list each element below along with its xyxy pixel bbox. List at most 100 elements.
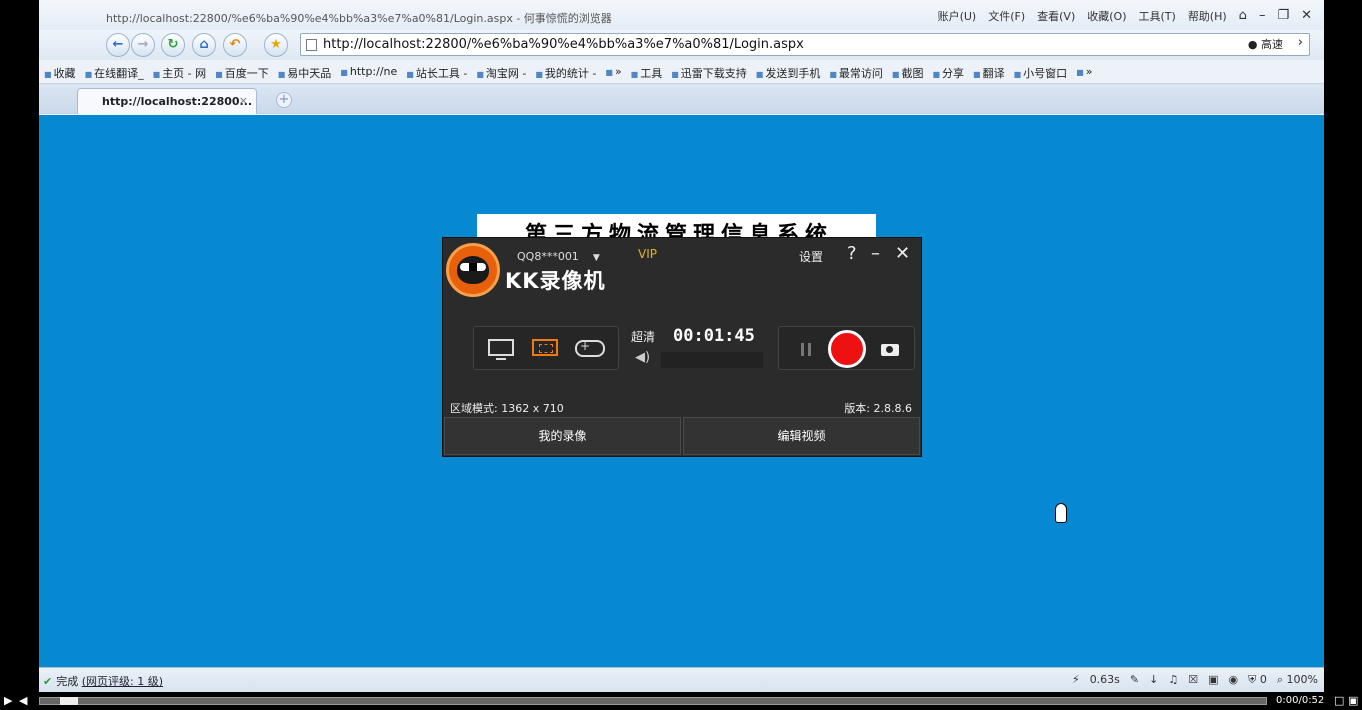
zoom-level: 100% xyxy=(1286,673,1318,686)
favorite-star-button[interactable]: ★ xyxy=(264,33,288,57)
browser-window: http://localhost:22800/%e6%ba%90%e4%bb%a… xyxy=(39,0,1324,692)
zoom-control[interactable]: ⌕ 100% xyxy=(1277,673,1318,687)
home-button[interactable]: ⌂ xyxy=(192,33,216,57)
volume-icon[interactable]: ◀) xyxy=(635,350,650,365)
back-button[interactable]: ← xyxy=(106,33,130,57)
close-button[interactable]: ✕ xyxy=(1301,8,1312,24)
region-mode-icon[interactable] xyxy=(530,336,560,360)
status-right: ⚡ 0.63s ✎ ↓ ♫ ☒ ▣ ◉ ⛨ 0 ⌕ 100% xyxy=(1072,673,1318,687)
undo-close-button[interactable]: ↶ xyxy=(223,33,247,57)
lightning-icon[interactable]: ⚡ xyxy=(1072,673,1080,687)
close-button[interactable]: ✕ xyxy=(895,243,910,264)
page-icon xyxy=(306,39,317,51)
menu-view[interactable]: 查看(V) xyxy=(1037,8,1075,24)
mode-selector xyxy=(473,326,619,370)
title-bar: http://localhost:22800/%e6%ba%90%e4%bb%a… xyxy=(39,0,1324,30)
check-icon: ✔ xyxy=(43,675,53,688)
fav-item[interactable]: 小号窗口 xyxy=(1014,65,1067,81)
settings-button[interactable]: 设置 xyxy=(799,248,823,265)
camera-icon[interactable] xyxy=(881,344,899,356)
refresh-button[interactable]: ↻ xyxy=(161,33,185,57)
user-name: QQ8***001 xyxy=(517,250,579,263)
speaker-icon[interactable]: ♫ xyxy=(1168,673,1178,687)
kk-recorder-window[interactable]: QQ8***001 ▼ VIP KK录像机 设置 ? – ✕ 超清 ◀) 00:0… xyxy=(442,237,922,457)
chevron-down-icon[interactable]: ▼ xyxy=(593,253,600,263)
record-button[interactable] xyxy=(828,330,866,368)
shirt-icon[interactable]: ⌂ xyxy=(1239,8,1247,24)
fav-item[interactable]: 淘宝网 - xyxy=(476,65,526,81)
fullscreen-icon[interactable]: ▣ xyxy=(1348,694,1358,707)
trash-icon[interactable]: ☒ xyxy=(1188,673,1198,687)
fav-item[interactable]: 分享 xyxy=(932,65,964,81)
menu-account[interactable]: 账户(U) xyxy=(938,8,977,24)
fav-item[interactable]: 发送到手机 xyxy=(756,65,820,81)
fav-more[interactable]: » xyxy=(1076,65,1093,81)
minimize-button[interactable]: – xyxy=(871,243,880,264)
video-player-bar: ▶ ◀ 0:00/0:52 □ ▣ xyxy=(0,692,1362,710)
speed-label: 高速 xyxy=(1261,38,1283,51)
fav-item[interactable]: 我的统计 - xyxy=(535,65,596,81)
vip-badge[interactable]: VIP xyxy=(638,247,657,261)
address-bar[interactable]: http://localhost:22800/%e6%ba%90%e4%bb%a… xyxy=(300,33,1310,56)
edit-video-button[interactable]: 编辑视频 xyxy=(683,417,920,455)
quality-select[interactable]: 超清 xyxy=(631,328,655,345)
fit-icon[interactable]: □ xyxy=(1334,694,1344,707)
fullscreen-mode-icon[interactable] xyxy=(486,336,516,360)
tab-close-icon[interactable]: × xyxy=(239,94,248,107)
load-time: 0.63s xyxy=(1089,673,1120,686)
status-bar: ✔ 完成 (网页评级: 1 级) ⚡ 0.63s ✎ ↓ ♫ ☒ ▣ ◉ ⛨ 0 … xyxy=(39,667,1324,692)
fav-item[interactable]: 收藏 xyxy=(44,65,76,81)
fav-item[interactable]: 迅雷下载支持 xyxy=(671,65,747,81)
fav-item[interactable]: 工具 xyxy=(631,65,662,81)
fav-item[interactable]: 站长工具 - xyxy=(406,65,467,81)
shield-icon[interactable]: ⛨ 0 xyxy=(1248,673,1267,687)
fav-item[interactable]: 最常访问 xyxy=(829,65,883,81)
fav-more[interactable]: » xyxy=(605,65,622,81)
fav-item[interactable]: 易中天品 xyxy=(278,65,331,81)
fav-item[interactable]: 在线翻译_ xyxy=(85,65,144,81)
fav-item[interactable]: 翻译 xyxy=(973,65,1005,81)
user-account[interactable]: QQ8***001 ▼ xyxy=(517,250,600,263)
page-content: 第三方物流管理信息系统 QQ8***001 ▼ VIP KK录像机 设置 ? – … xyxy=(39,115,1324,667)
banner-text: 第三方物流管理信息系统 xyxy=(525,222,834,238)
url-text[interactable]: http://localhost:22800/%e6%ba%90%e4%bb%a… xyxy=(323,37,804,52)
fav-item[interactable]: 主页 - 网 xyxy=(153,65,206,81)
pen-icon[interactable]: ✎ xyxy=(1130,673,1139,687)
seek-bar[interactable] xyxy=(39,697,1267,705)
new-tab-button[interactable]: + xyxy=(276,92,292,108)
record-controls xyxy=(778,326,915,370)
fav-item[interactable]: 截图 xyxy=(892,65,923,81)
menu-favorites[interactable]: 收藏(O) xyxy=(1087,8,1126,24)
go-arrow-icon[interactable]: › xyxy=(1298,35,1303,50)
hand-cursor-icon xyxy=(1055,503,1067,523)
menu-help[interactable]: 帮助(H) xyxy=(1188,8,1227,24)
menu-file[interactable]: 文件(F) xyxy=(988,8,1025,24)
navigation-bar: ← → ↻ ⌂ ↶ ★ http://localhost:22800/%e6%b… xyxy=(39,30,1324,60)
record-timer: 00:01:45 xyxy=(673,326,755,346)
blocked-count: 0 xyxy=(1259,673,1267,686)
restore-button[interactable]: ❐ xyxy=(1277,8,1289,24)
pause-icon[interactable] xyxy=(801,343,811,356)
tab-active[interactable]: http://localhost:22800... × xyxy=(77,88,257,114)
page-rating-link[interactable]: (网页评级: 1 级) xyxy=(82,675,163,688)
download-icon[interactable]: ↓ xyxy=(1149,673,1158,687)
game-mode-icon[interactable] xyxy=(574,336,605,360)
my-videos-button[interactable]: 我的录像 xyxy=(444,417,681,455)
speed-mode[interactable]: ● 高速 xyxy=(1248,36,1283,52)
eye-icon[interactable]: ◉ xyxy=(1229,673,1239,687)
system-banner: 第三方物流管理信息系统 xyxy=(477,214,876,238)
play-icon[interactable]: ▶ xyxy=(4,694,12,707)
tab-bar: http://localhost:22800... × + xyxy=(39,84,1324,114)
fav-item[interactable]: 百度一下 xyxy=(215,65,269,81)
window-title: http://localhost:22800/%e6%ba%90%e4%bb%a… xyxy=(106,12,612,25)
help-button[interactable]: ? xyxy=(847,243,857,264)
speaker-icon[interactable]: ◀ xyxy=(19,694,27,707)
fav-item[interactable]: http://ne xyxy=(340,65,397,81)
mode-info: 区域模式: 1362 x 710 xyxy=(450,402,564,415)
menu-tools[interactable]: 工具(T) xyxy=(1139,8,1176,24)
volume-meter xyxy=(661,352,763,368)
window-icon[interactable]: ▣ xyxy=(1208,673,1218,687)
forward-button[interactable]: → xyxy=(131,33,155,57)
seek-thumb[interactable] xyxy=(60,697,78,705)
minimize-button[interactable]: – xyxy=(1259,8,1266,24)
